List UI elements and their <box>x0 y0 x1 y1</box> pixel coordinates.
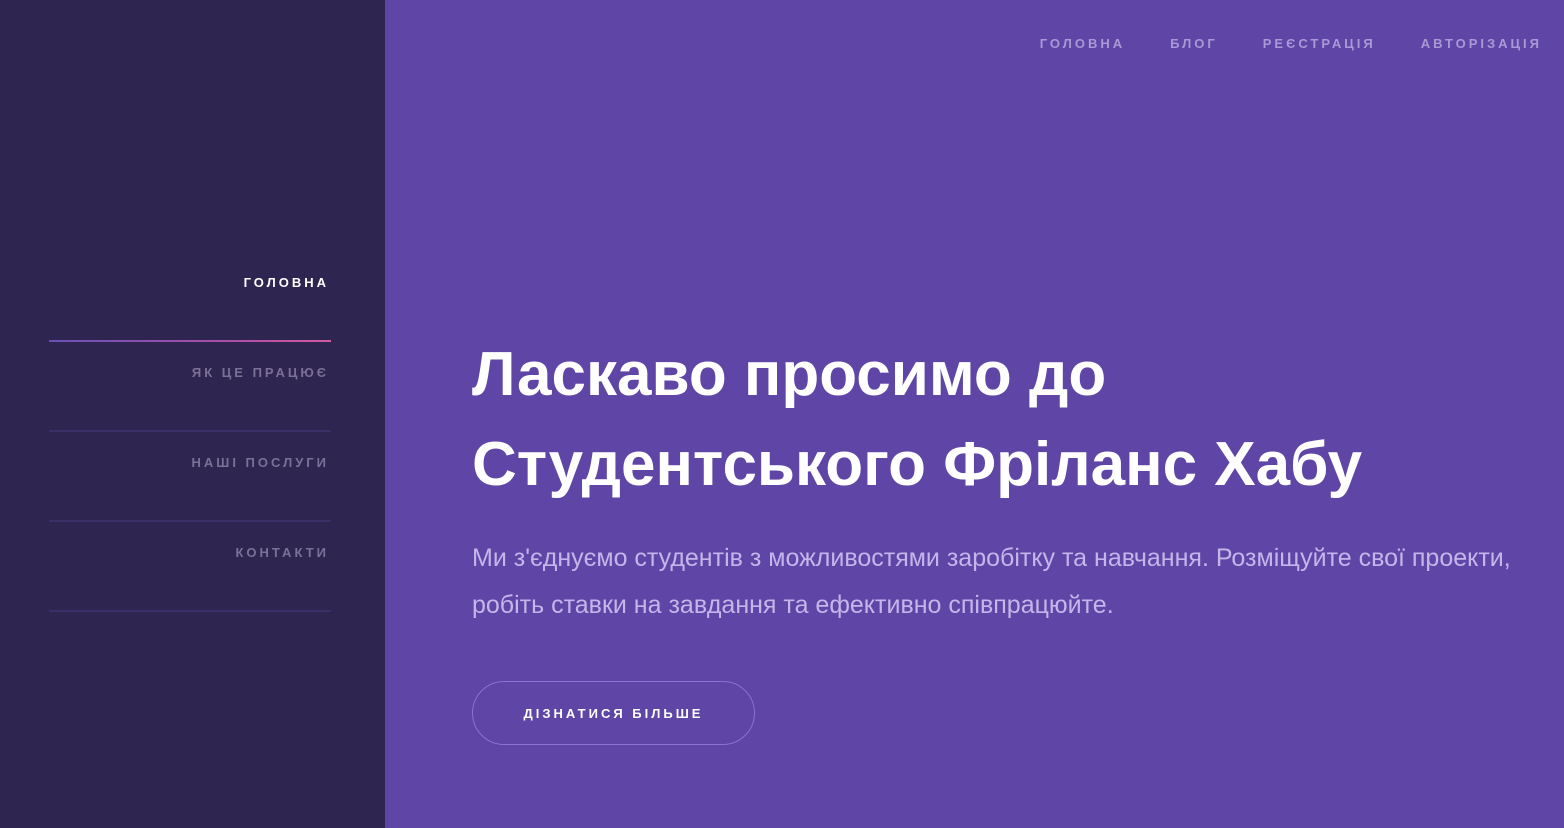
hero-title: Ласкаво просимо до Студентського Фріланс… <box>472 330 1472 510</box>
sidebar-item-label: ГОЛОВНА <box>243 275 329 290</box>
sidebar-item-services[interactable]: НАШІ ПОСЛУГИ <box>49 432 331 522</box>
top-nav-home[interactable]: ГОЛОВНА <box>1040 36 1125 51</box>
page: ГОЛОВНА ЯК ЦЕ ПРАЦЮЄ НАШІ ПОСЛУГИ КОНТАК… <box>0 0 1564 828</box>
sidebar-item-home[interactable]: ГОЛОВНА <box>49 252 331 342</box>
hero-title-line1: Ласкаво просимо до <box>472 340 1107 409</box>
hero-description: Ми з'єднуємо студентів з можливостями за… <box>472 544 1511 619</box>
sidebar-nav: ГОЛОВНА ЯК ЦЕ ПРАЦЮЄ НАШІ ПОСЛУГИ КОНТАК… <box>49 252 331 612</box>
learn-more-button[interactable]: ДІЗНАТИСЯ БІЛЬШЕ <box>472 681 755 745</box>
sidebar-item-label: КОНТАКТИ <box>235 545 329 560</box>
sidebar: ГОЛОВНА ЯК ЦЕ ПРАЦЮЄ НАШІ ПОСЛУГИ КОНТАК… <box>0 0 385 828</box>
sidebar-item-label: НАШІ ПОСЛУГИ <box>191 455 329 470</box>
top-nav: ГОЛОВНА БЛОГ РЕЄСТРАЦІЯ АВТОРІЗАЦІЯ <box>1040 36 1542 51</box>
sidebar-item-label: ЯК ЦЕ ПРАЦЮЄ <box>191 365 329 380</box>
sidebar-item-how-it-works[interactable]: ЯК ЦЕ ПРАЦЮЄ <box>49 342 331 432</box>
main-content: ГОЛОВНА БЛОГ РЕЄСТРАЦІЯ АВТОРІЗАЦІЯ Ласк… <box>385 0 1564 828</box>
top-nav-register[interactable]: РЕЄСТРАЦІЯ <box>1263 36 1376 51</box>
sidebar-item-contacts[interactable]: КОНТАКТИ <box>49 522 331 612</box>
hero-title-line2: Студентського Фріланс Хабу <box>472 430 1363 499</box>
top-nav-login[interactable]: АВТОРІЗАЦІЯ <box>1421 36 1542 51</box>
top-nav-blog[interactable]: БЛОГ <box>1170 36 1218 51</box>
